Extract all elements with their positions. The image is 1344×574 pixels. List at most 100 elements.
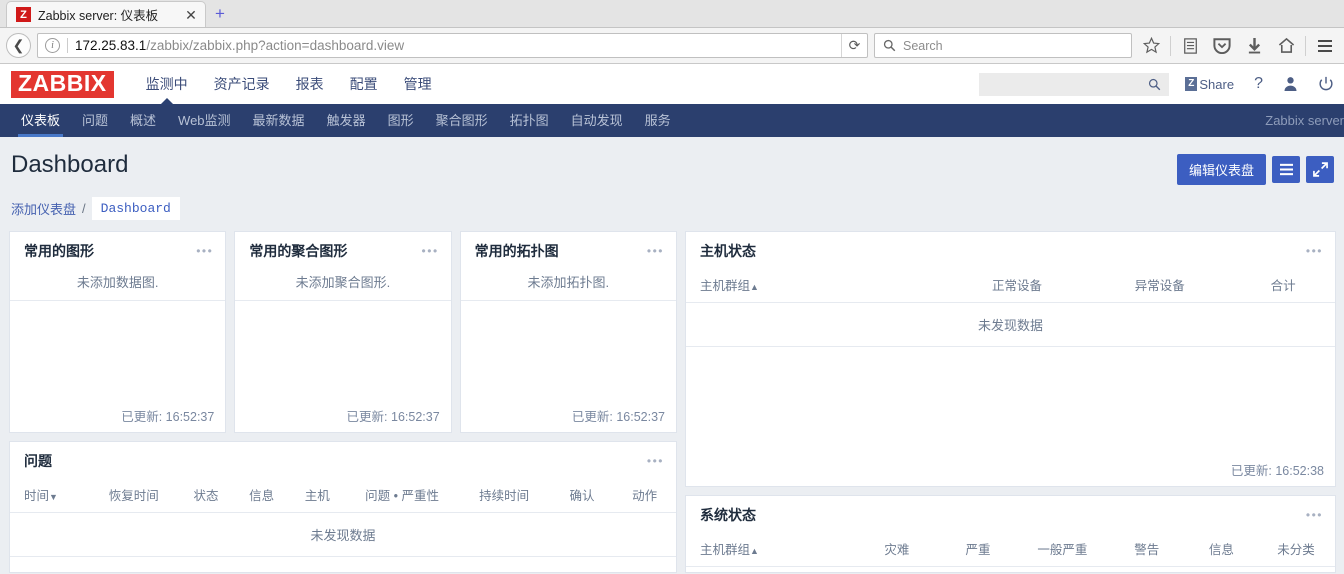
column-problem-severity[interactable]: 问题 • 严重性 — [346, 479, 458, 513]
download-icon[interactable] — [1241, 33, 1267, 59]
page-header: Dashboard 编辑仪表盘 — [0, 137, 1344, 185]
browser-tab[interactable]: Z Zabbix server: 仪表板 ✕ — [6, 1, 206, 27]
widget-menu-icon[interactable]: ••• — [647, 455, 664, 467]
column-duration[interactable]: 持续时间 — [457, 479, 551, 513]
browser-search-placeholder: Search — [903, 38, 943, 53]
subnav-item-problems[interactable]: 问题 — [71, 104, 119, 137]
nav-item-inventory[interactable]: 资产记录 — [201, 64, 283, 104]
widget-system-status: 系统状态 ••• 主机群组▲ 灾难 严重 一般严重 警告 信息 未分类 — [685, 495, 1336, 573]
share-button[interactable]: Z Share — [1185, 77, 1234, 92]
back-arrow-icon[interactable]: ❮ — [6, 33, 31, 58]
browser-search-input[interactable]: Search — [874, 33, 1132, 58]
toolbar-divider-2 — [1305, 35, 1306, 56]
table-header-row: 主机群组▲ 正常设备 异常设备 合计 — [686, 269, 1335, 303]
widget-menu-icon[interactable]: ••• — [422, 245, 439, 257]
column-label: 主机群组 — [700, 279, 751, 293]
star-icon[interactable] — [1138, 33, 1164, 59]
subnav-item-discovery[interactable]: 自动发现 — [560, 104, 634, 137]
url-path: /zabbix/zabbix.php?action=dashboard.view — [146, 38, 405, 53]
browser-tab-title: Zabbix server: 仪表板 — [38, 9, 159, 23]
subnav-item-services[interactable]: 服务 — [634, 104, 682, 137]
widget-updated-label: 已更新: 16:52:37 — [121, 410, 215, 424]
column-host-group[interactable]: 主机群组▲ — [686, 533, 855, 567]
help-button[interactable]: ? — [1254, 75, 1263, 93]
column-status[interactable]: 状态 — [176, 479, 236, 513]
url-bar[interactable]: i 172.25.83.1/zabbix/zabbix.php?action=d… — [37, 33, 868, 58]
nav-item-reports[interactable]: 报表 — [283, 64, 337, 104]
library-icon[interactable] — [1177, 33, 1203, 59]
sort-asc-icon: ▲ — [750, 282, 759, 292]
column-host-group[interactable]: 主机群组▲ — [686, 269, 946, 303]
user-profile-button[interactable] — [1283, 76, 1298, 92]
column-ack[interactable]: 确认 — [550, 479, 614, 513]
search-icon — [1149, 78, 1161, 90]
dashboard-column-left: 常用的图形 ••• 未添加数据图. 已更新: 16:52:37 常用的聚合图形 … — [9, 231, 677, 573]
signout-button[interactable] — [1318, 76, 1334, 92]
main-navigation: 监测中 资产记录 报表 配置 管理 — [133, 64, 445, 104]
breadcrumb-add-dashboard[interactable]: 添加仪表盘 — [11, 199, 76, 218]
widget-favorite-graphs: 常用的图形 ••• 未添加数据图. 已更新: 16:52:37 — [9, 231, 227, 433]
reload-icon[interactable]: ⟳ — [841, 34, 867, 57]
column-label: 时间 — [24, 489, 50, 503]
widget-menu-icon[interactable]: ••• — [196, 245, 213, 257]
subnav-item-maps[interactable]: 拓扑图 — [499, 104, 560, 137]
column-not-available[interactable]: 异常设备 — [1088, 269, 1232, 303]
nav-item-administration[interactable]: 管理 — [391, 64, 445, 104]
widget-empty-message: 未添加聚合图形. — [235, 269, 451, 301]
subnav-item-latest-data[interactable]: 最新数据 — [242, 104, 316, 137]
column-information[interactable]: 信息 — [1185, 533, 1258, 567]
close-icon[interactable]: ✕ — [183, 8, 199, 22]
table-header-row: 主机群组▲ 灾难 严重 一般严重 警告 信息 未分类 — [686, 533, 1335, 567]
sub-navigation: 仪表板 问题 概述 Web监测 最新数据 触发器 图形 聚合图形 拓扑图 自动发… — [0, 104, 1344, 137]
subnav-item-dashboard[interactable]: 仪表板 — [10, 104, 71, 137]
widget-host-status: 主机状态 ••• 主机群组▲ 正常设备 异常设备 合计 未发现数据 已更新: 1… — [685, 231, 1336, 487]
fullscreen-button[interactable] — [1306, 156, 1334, 183]
column-total[interactable]: 合计 — [1231, 269, 1335, 303]
column-info[interactable]: 信息 — [235, 479, 288, 513]
help-label: ? — [1254, 75, 1263, 92]
column-recovery-time[interactable]: 恢复时间 — [90, 479, 177, 513]
subnav-item-triggers[interactable]: 触发器 — [316, 104, 377, 137]
widget-menu-icon[interactable]: ••• — [1306, 509, 1323, 521]
widget-menu-icon[interactable]: ••• — [1306, 245, 1323, 257]
subnav-item-screens[interactable]: 聚合图形 — [425, 104, 499, 137]
browser-tab-strip: Z Zabbix server: 仪表板 ✕ + — [0, 0, 1344, 28]
dashboard-menu-button[interactable] — [1272, 156, 1300, 183]
nav-item-monitoring[interactable]: 监测中 — [133, 64, 201, 104]
column-high[interactable]: 严重 — [939, 533, 1017, 567]
column-average[interactable]: 一般严重 — [1016, 533, 1108, 567]
column-not-classified[interactable]: 未分类 — [1257, 533, 1335, 567]
dashboard-column-right: 主机状态 ••• 主机群组▲ 正常设备 异常设备 合计 未发现数据 已更新: 1… — [685, 231, 1336, 573]
user-icon — [1284, 77, 1297, 92]
widget-title: 常用的聚合图形 — [249, 243, 348, 259]
widget-body: 已更新: 16:52:38 — [686, 347, 1335, 486]
pocket-icon[interactable] — [1209, 33, 1235, 59]
system-status-table: 主机群组▲ 灾难 严重 一般严重 警告 信息 未分类 — [686, 533, 1335, 567]
menu-icon[interactable] — [1312, 33, 1338, 59]
zabbix-logo[interactable]: ZABBIX — [11, 70, 114, 98]
column-warning[interactable]: 警告 — [1107, 533, 1186, 567]
edit-dashboard-button[interactable]: 编辑仪表盘 — [1176, 154, 1266, 185]
subnav-item-overview[interactable]: 概述 — [119, 104, 167, 137]
widget-header: 常用的聚合图形 ••• — [235, 232, 450, 269]
column-disaster[interactable]: 灾难 — [854, 533, 940, 567]
toolbar-divider — [1170, 35, 1171, 56]
breadcrumb-current-dashboard[interactable]: Dashboard — [91, 197, 180, 220]
zabbix-search-input[interactable] — [979, 72, 1170, 96]
share-badge-icon: Z — [1185, 77, 1198, 91]
page-title: Dashboard — [11, 151, 129, 178]
breadcrumb: 添加仪表盘 / Dashboard — [0, 185, 1344, 220]
subnav-item-web[interactable]: Web监测 — [167, 104, 242, 137]
widget-menu-icon[interactable]: ••• — [647, 245, 664, 257]
widget-header: 主机状态 ••• — [686, 232, 1335, 269]
subnav-item-graphs[interactable]: 图形 — [377, 104, 425, 137]
column-available[interactable]: 正常设备 — [945, 269, 1089, 303]
home-icon[interactable] — [1273, 33, 1299, 59]
site-info-icon[interactable]: i — [45, 38, 60, 53]
column-actions[interactable]: 动作 — [613, 479, 676, 513]
nav-item-configuration[interactable]: 配置 — [337, 64, 391, 104]
search-icon — [883, 39, 896, 52]
new-tab-button[interactable]: + — [206, 1, 234, 27]
column-host[interactable]: 主机 — [287, 479, 347, 513]
column-time[interactable]: 时间▼ — [10, 479, 91, 513]
